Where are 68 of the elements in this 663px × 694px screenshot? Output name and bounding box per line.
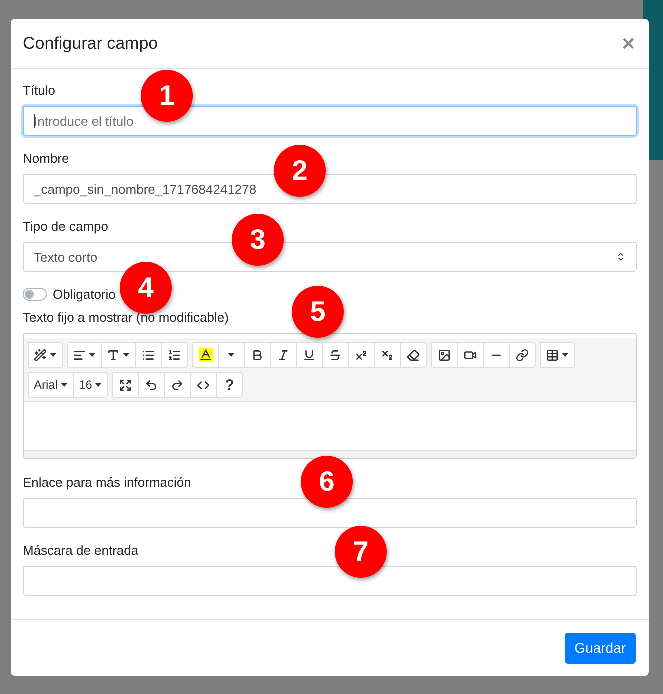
caret-icon bbox=[50, 353, 57, 357]
eraser-icon bbox=[407, 348, 420, 362]
text-height-icon bbox=[107, 348, 120, 362]
clear-format-button[interactable] bbox=[400, 342, 427, 368]
save-button[interactable]: Guardar bbox=[564, 632, 636, 664]
line-height-button[interactable] bbox=[101, 342, 136, 368]
up-down-icon bbox=[616, 252, 626, 262]
underline-icon bbox=[303, 348, 316, 362]
field-label: Tipo de campo bbox=[23, 219, 109, 234]
redo-icon bbox=[171, 378, 184, 392]
switch-label: Obligatorio bbox=[53, 287, 116, 302]
video-button[interactable] bbox=[457, 342, 484, 368]
code-view-button[interactable] bbox=[190, 372, 218, 398]
dialog-title: Configurar campo bbox=[23, 34, 158, 54]
redo-button[interactable] bbox=[164, 372, 192, 398]
bold-button[interactable] bbox=[244, 342, 271, 368]
link-icon bbox=[516, 348, 529, 362]
table-button[interactable] bbox=[540, 342, 575, 368]
bullet-list-icon bbox=[142, 348, 155, 362]
caret-icon bbox=[95, 383, 102, 387]
color-button[interactable] bbox=[192, 342, 219, 368]
link-button[interactable] bbox=[509, 342, 536, 368]
align-icon bbox=[73, 348, 86, 362]
subscript-button[interactable] bbox=[374, 342, 401, 368]
caret-icon bbox=[61, 383, 68, 387]
caret-icon bbox=[562, 353, 569, 357]
field-label: Máscara de entrada bbox=[23, 543, 139, 558]
image-icon bbox=[438, 348, 451, 362]
select-value: Texto corto bbox=[34, 250, 98, 264]
highlight-icon bbox=[198, 348, 212, 362]
toggle-switch[interactable] bbox=[23, 288, 47, 301]
font-family-button[interactable]: Arial bbox=[28, 372, 74, 398]
subscript-icon bbox=[381, 348, 394, 362]
image-button[interactable] bbox=[431, 342, 458, 368]
font-size-button[interactable]: 16 bbox=[73, 372, 108, 398]
caret-icon bbox=[123, 353, 130, 357]
video-icon bbox=[464, 348, 477, 362]
underline-button[interactable] bbox=[296, 342, 323, 368]
field-label: Nombre bbox=[23, 151, 70, 166]
strikethrough-icon bbox=[329, 348, 342, 362]
undo-icon bbox=[145, 378, 158, 392]
fullscreen-icon bbox=[119, 378, 132, 392]
fullscreen-button[interactable] bbox=[112, 372, 140, 398]
caret-icon bbox=[228, 353, 235, 357]
field-label: Título bbox=[23, 83, 56, 98]
italic-button[interactable] bbox=[270, 342, 297, 368]
input-field[interactable] bbox=[23, 498, 637, 528]
field-label: Enlace para más información bbox=[23, 475, 192, 490]
color-dropdown-button[interactable] bbox=[218, 342, 245, 368]
table-icon bbox=[546, 348, 559, 362]
bold-icon bbox=[251, 348, 264, 362]
numbered-list-icon bbox=[168, 348, 181, 362]
italic-icon bbox=[277, 348, 290, 362]
close-button[interactable]: × bbox=[620, 30, 637, 56]
code-icon bbox=[197, 378, 210, 392]
style-button[interactable] bbox=[28, 342, 63, 368]
numbered-list-button[interactable] bbox=[161, 342, 188, 368]
strikethrough-button[interactable] bbox=[322, 342, 349, 368]
paragraph-button[interactable] bbox=[67, 342, 102, 368]
input-field[interactable] bbox=[23, 566, 637, 596]
bullet-list-button[interactable] bbox=[135, 342, 162, 368]
undo-button[interactable] bbox=[138, 372, 166, 398]
superscript-button[interactable] bbox=[348, 342, 375, 368]
help-button[interactable]: ? bbox=[216, 372, 244, 398]
caret-icon bbox=[89, 353, 96, 357]
superscript-icon bbox=[355, 348, 368, 362]
input-field[interactable]: Introduce el título bbox=[23, 106, 637, 136]
magic-wand-icon bbox=[34, 348, 47, 362]
